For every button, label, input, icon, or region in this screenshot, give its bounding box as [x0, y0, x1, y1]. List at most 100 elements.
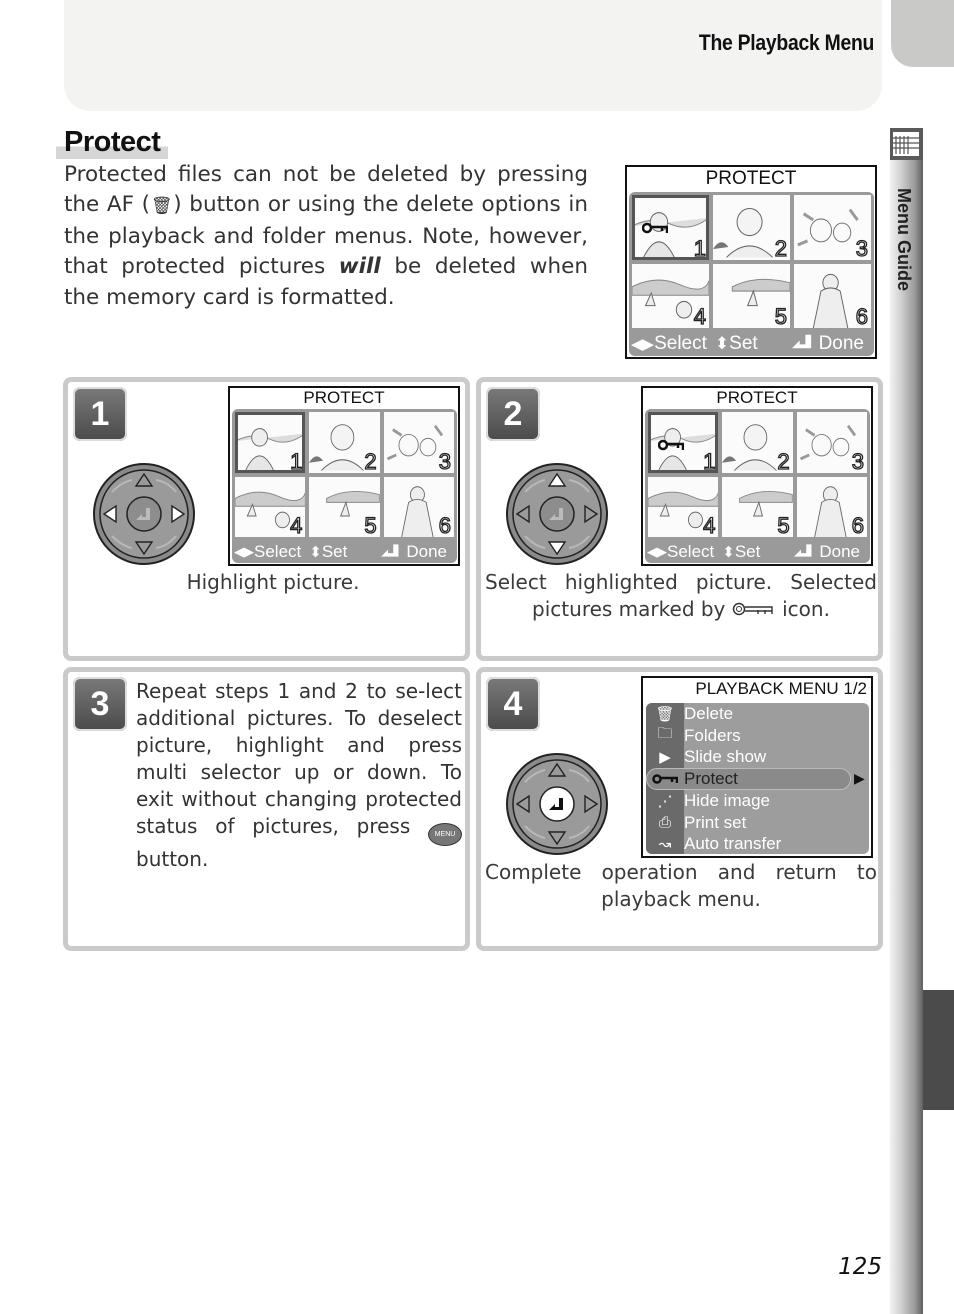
thumbnail[interactable]: 1: [235, 412, 306, 473]
key-icon: [732, 597, 776, 621]
lcd-title: PROTECT: [705, 168, 797, 189]
lcd-title: PROTECT: [303, 388, 385, 407]
thumbnail[interactable]: 6: [794, 263, 871, 328]
key-icon: [657, 436, 685, 455]
step-2-panel: 2 PROTECT 1 2 3 4 5 6 ◀▶ Select ⬍ Set Done Select …: [476, 377, 883, 661]
playback-menu-screen: PLAYBACK MENU 1/2 🗑 Delete 🗀 Folders ▶ Slide …: [641, 676, 873, 858]
menu-guide-icon: [890, 128, 923, 160]
thumbnail[interactable]: 2: [713, 195, 790, 260]
step-number-badge: 2: [486, 387, 540, 441]
side-rail: [890, 128, 923, 1314]
done-label: Done: [406, 541, 447, 561]
thumbnail-number: 6: [851, 512, 865, 537]
protect-screen-step1: PROTECT 1 2 3 4 5 6 ◀▶ Select ⬍ Set Done: [228, 386, 460, 566]
done-label: Done: [819, 541, 860, 561]
thumbnail-number: 6: [438, 512, 452, 537]
slideshow-icon: ▶: [659, 749, 671, 767]
select-label: Select: [254, 541, 302, 561]
menu-item-label: Print set: [684, 812, 747, 832]
step-4-caption: Complete operation and return to playbac…: [485, 860, 877, 911]
thumbnail-number: 1: [289, 448, 303, 473]
section-title: Protect: [56, 126, 169, 159]
select-label: Select: [654, 332, 707, 354]
thumbnail-number: 3: [851, 448, 865, 473]
thumbnail-number: 2: [364, 448, 378, 473]
select-label: Select: [667, 541, 715, 561]
step-number-badge: 3: [73, 677, 127, 731]
thumbnail[interactable]: 4: [632, 263, 709, 328]
page-number: 125: [838, 1254, 882, 1280]
menu-item-hide-image[interactable]: ⋰ Hide image: [646, 790, 869, 812]
thumbnail[interactable]: 5: [309, 476, 380, 537]
protect-screen-preview: PROTECT 1 2 3 4 5 6 ◀▶ Select ⬍ Set Done: [625, 165, 877, 359]
thumbnail[interactable]: 3: [794, 195, 871, 260]
done-label: Done: [818, 332, 864, 354]
step-3-panel: 3 Repeat steps 1 and 2 to se-lect additi…: [63, 667, 470, 951]
enter-icon: [794, 542, 815, 562]
menu-button-icon: MENU: [428, 823, 462, 846]
step-text: button.: [136, 847, 209, 871]
thumbnail[interactable]: 5: [713, 263, 790, 328]
submenu-arrow-icon: ▶: [854, 771, 865, 788]
thumbnail[interactable]: 3: [796, 412, 867, 473]
menu-list: 🗑 Delete 🗀 Folders ▶ Slide show Protect ⋰ Hide i…: [646, 703, 869, 854]
menu-item-auto-transfer[interactable]: ↝ Auto transfer: [646, 833, 869, 854]
thumbnail-number: 6: [855, 303, 869, 328]
step-1-caption: Highlight picture.: [186, 570, 360, 594]
auto-transfer-icon: ↝: [658, 836, 672, 854]
multi-selector-icon: [505, 752, 609, 856]
step-number-badge: 4: [486, 677, 540, 731]
thumbnail[interactable]: 4: [235, 476, 306, 537]
chapter-tab: [891, 0, 954, 67]
thumbnail[interactable]: 3: [383, 412, 454, 473]
left-right-arrows-icon: ◀▶: [647, 543, 667, 559]
set-label: Set: [321, 541, 348, 561]
thumbnail-number: 4: [693, 303, 707, 328]
trash-icon: 🗑: [655, 706, 675, 723]
thumbnail[interactable]: 6: [796, 476, 867, 537]
thumbnail[interactable]: 5: [722, 476, 793, 537]
multi-selector-icon: [505, 462, 609, 566]
thumbnail-number: 3: [855, 235, 869, 260]
menu-item-protect[interactable]: Protect: [646, 768, 869, 791]
up-down-arrows-icon: ⬍: [309, 543, 322, 561]
thumbnail-number: 1: [693, 235, 707, 260]
lcd-footer: ◀▶ Select ⬍ Set Done: [645, 540, 870, 563]
thumbnail[interactable]: 4: [648, 476, 719, 537]
left-right-arrows-icon: ◀▶: [234, 543, 254, 559]
thumbnail-number: 5: [774, 303, 788, 328]
thumbnail-number: 4: [702, 512, 716, 537]
menu-item-folders[interactable]: 🗀 Folders: [646, 725, 869, 747]
intro-paragraph: Protected files can not be deleted by pr…: [64, 160, 588, 313]
thumbnail[interactable]: 2: [309, 412, 380, 473]
menu-item-label: Hide image: [684, 790, 770, 810]
step-number-badge: 1: [73, 387, 127, 441]
up-down-arrows-icon: ⬍: [722, 543, 735, 561]
thumbnail[interactable]: 1: [648, 412, 719, 473]
left-right-arrows-icon: ◀▶: [631, 335, 655, 353]
thumbnail[interactable]: 1: [632, 195, 709, 260]
thumbnail[interactable]: 6: [383, 476, 454, 537]
lcd-footer: ◀▶ Select ⬍ Set Done: [232, 540, 457, 563]
side-section-marker: [923, 990, 954, 1110]
menu-item-label: Slide show: [684, 747, 767, 767]
menu-item-slide-show[interactable]: ▶ Slide show: [646, 746, 869, 768]
lcd-title: PROTECT: [716, 388, 798, 407]
key-icon: [646, 771, 684, 788]
thumbnail-grid: 1 2 3 4 5 6 ◀▶ Select ⬍ Set Done: [232, 409, 457, 563]
menu-item-print-set[interactable]: ⎙ Print set: [646, 812, 869, 834]
thumbnail[interactable]: 2: [722, 412, 793, 473]
menu-item-delete[interactable]: 🗑 Delete: [646, 703, 869, 725]
menu-item-label: Folders: [684, 725, 741, 745]
enter-icon: [791, 333, 815, 355]
side-tab-label: Menu Guide: [894, 188, 914, 291]
folder-icon: 🗀: [657, 725, 673, 743]
menu-item-label: Protect: [684, 769, 738, 789]
thumbnail-number: 4: [289, 512, 303, 537]
intro-emphasis: will: [338, 254, 381, 280]
key-icon: [641, 219, 669, 238]
trash-icon: 🗑: [150, 196, 174, 217]
chapter-title: The Playback Menu: [698, 30, 874, 55]
thumbnail-number: 1: [702, 448, 716, 473]
caption-text: icon.: [775, 597, 830, 621]
